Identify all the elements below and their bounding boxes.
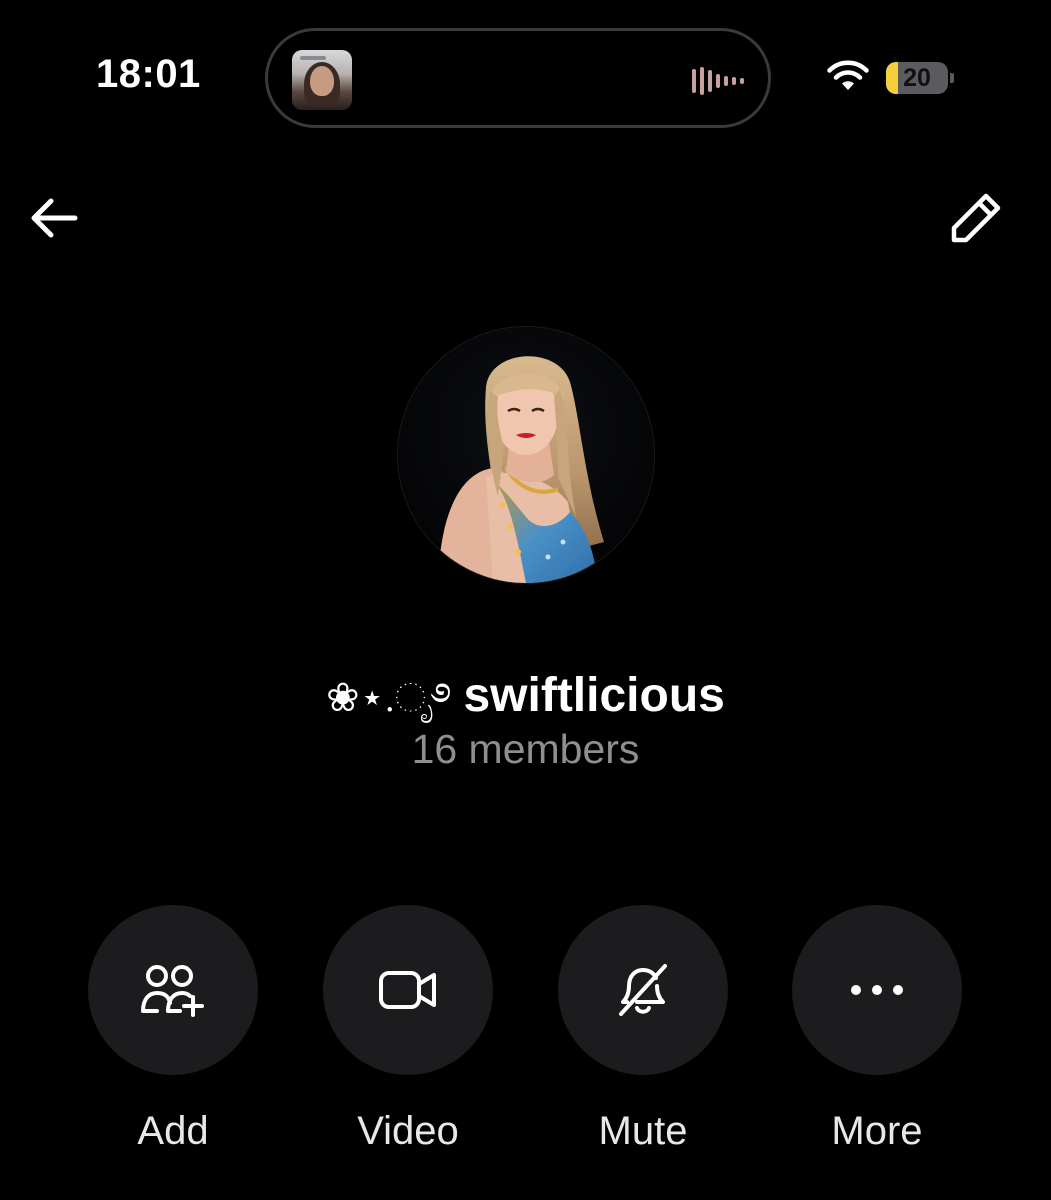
video-label: Video: [357, 1109, 459, 1153]
group-avatar[interactable]: [398, 327, 654, 583]
video-button[interactable]: Video: [308, 905, 508, 1154]
more-button-circle[interactable]: [792, 905, 962, 1075]
add-button[interactable]: Add: [73, 905, 273, 1154]
battery-percent: 20: [903, 64, 931, 92]
add-people-icon: [141, 965, 204, 1017]
battery-indicator: 20: [886, 62, 948, 94]
video-camera-icon: [379, 971, 436, 1009]
more-button[interactable]: More: [777, 905, 977, 1154]
status-time: 18:01: [96, 52, 201, 96]
waveform-icon: [692, 67, 744, 95]
mute-label: Mute: [598, 1109, 688, 1153]
action-row: Add Video Mute More: [0, 905, 1051, 1175]
dynamic-island[interactable]: [265, 28, 771, 128]
status-indicators: 20: [826, 60, 956, 100]
pencil-icon: [951, 193, 1001, 243]
group-name-decoration: ❀⋆.ೃ࿔: [326, 675, 452, 721]
battery-cap: [950, 73, 954, 83]
member-count[interactable]: 16 members: [0, 726, 1051, 773]
add-button-circle[interactable]: [88, 905, 258, 1075]
group-name-text: swiftlicious: [463, 669, 725, 722]
bell-slash-icon: [619, 964, 667, 1016]
video-button-circle[interactable]: [323, 905, 493, 1075]
avatar-image: [398, 327, 654, 583]
edit-button[interactable]: [944, 186, 1008, 250]
wifi-icon: [827, 60, 869, 90]
mute-button-circle[interactable]: [558, 905, 728, 1075]
more-dots-icon: [851, 985, 903, 995]
back-button[interactable]: [26, 190, 82, 246]
more-label: More: [831, 1109, 923, 1153]
mute-button[interactable]: Mute: [543, 905, 743, 1154]
arrow-left-icon: [31, 198, 78, 238]
now-playing-artwork[interactable]: [292, 50, 352, 110]
add-label: Add: [137, 1109, 209, 1153]
